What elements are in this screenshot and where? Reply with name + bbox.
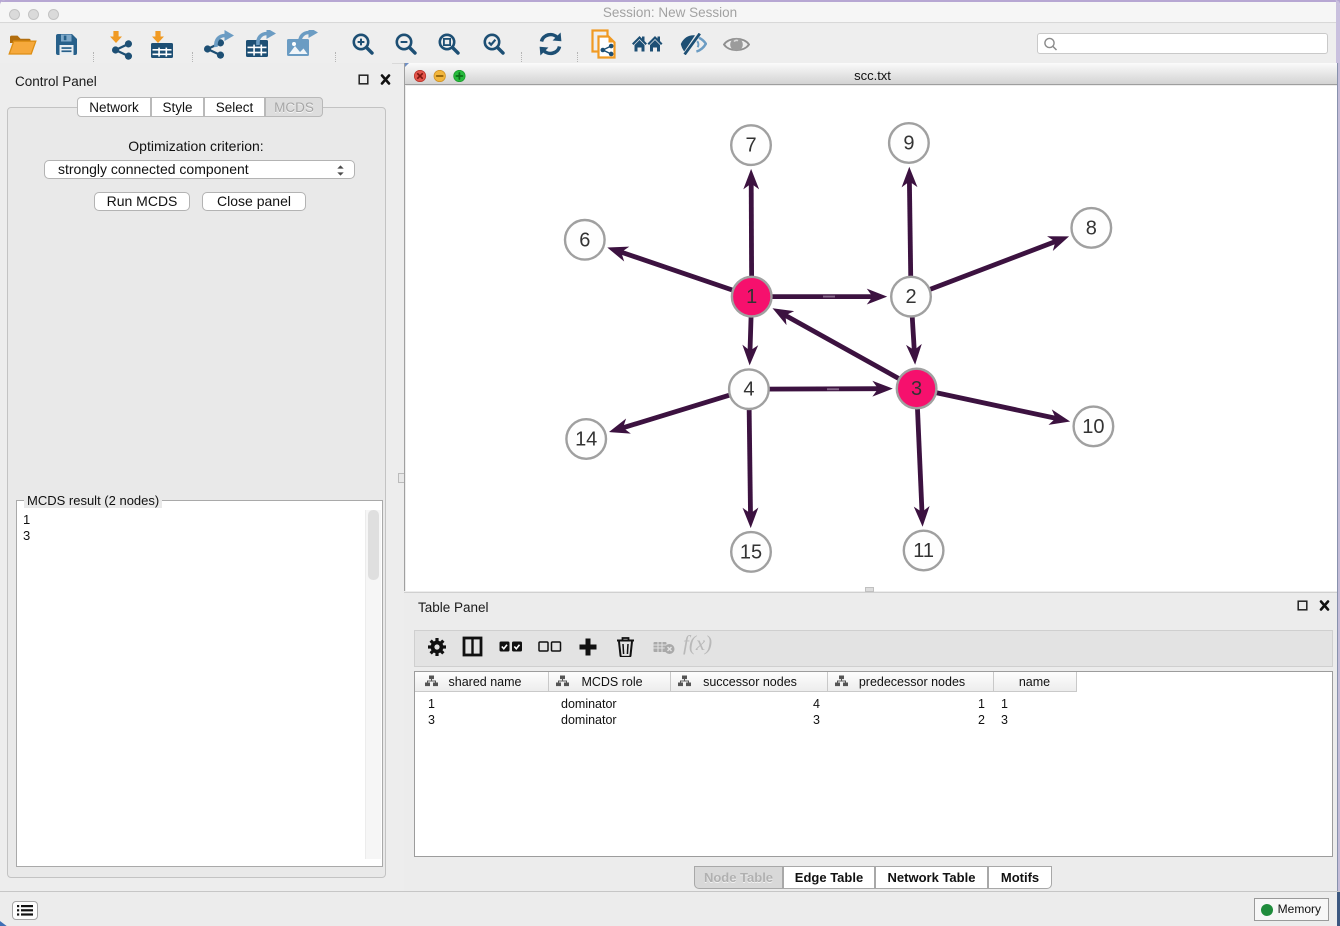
svg-text:11: 11 — [913, 540, 934, 562]
svg-text:6: 6 — [579, 229, 590, 251]
svg-text:7: 7 — [745, 135, 756, 157]
svg-text:1: 1 — [746, 286, 757, 308]
svg-text:4: 4 — [743, 379, 754, 401]
svg-text:3: 3 — [911, 378, 922, 400]
svg-text:15: 15 — [740, 541, 762, 563]
svg-text:10: 10 — [1082, 416, 1104, 438]
svg-text:2: 2 — [905, 286, 916, 308]
svg-text:14: 14 — [575, 429, 597, 451]
svg-text:9: 9 — [903, 133, 914, 155]
svg-text:8: 8 — [1086, 217, 1097, 239]
